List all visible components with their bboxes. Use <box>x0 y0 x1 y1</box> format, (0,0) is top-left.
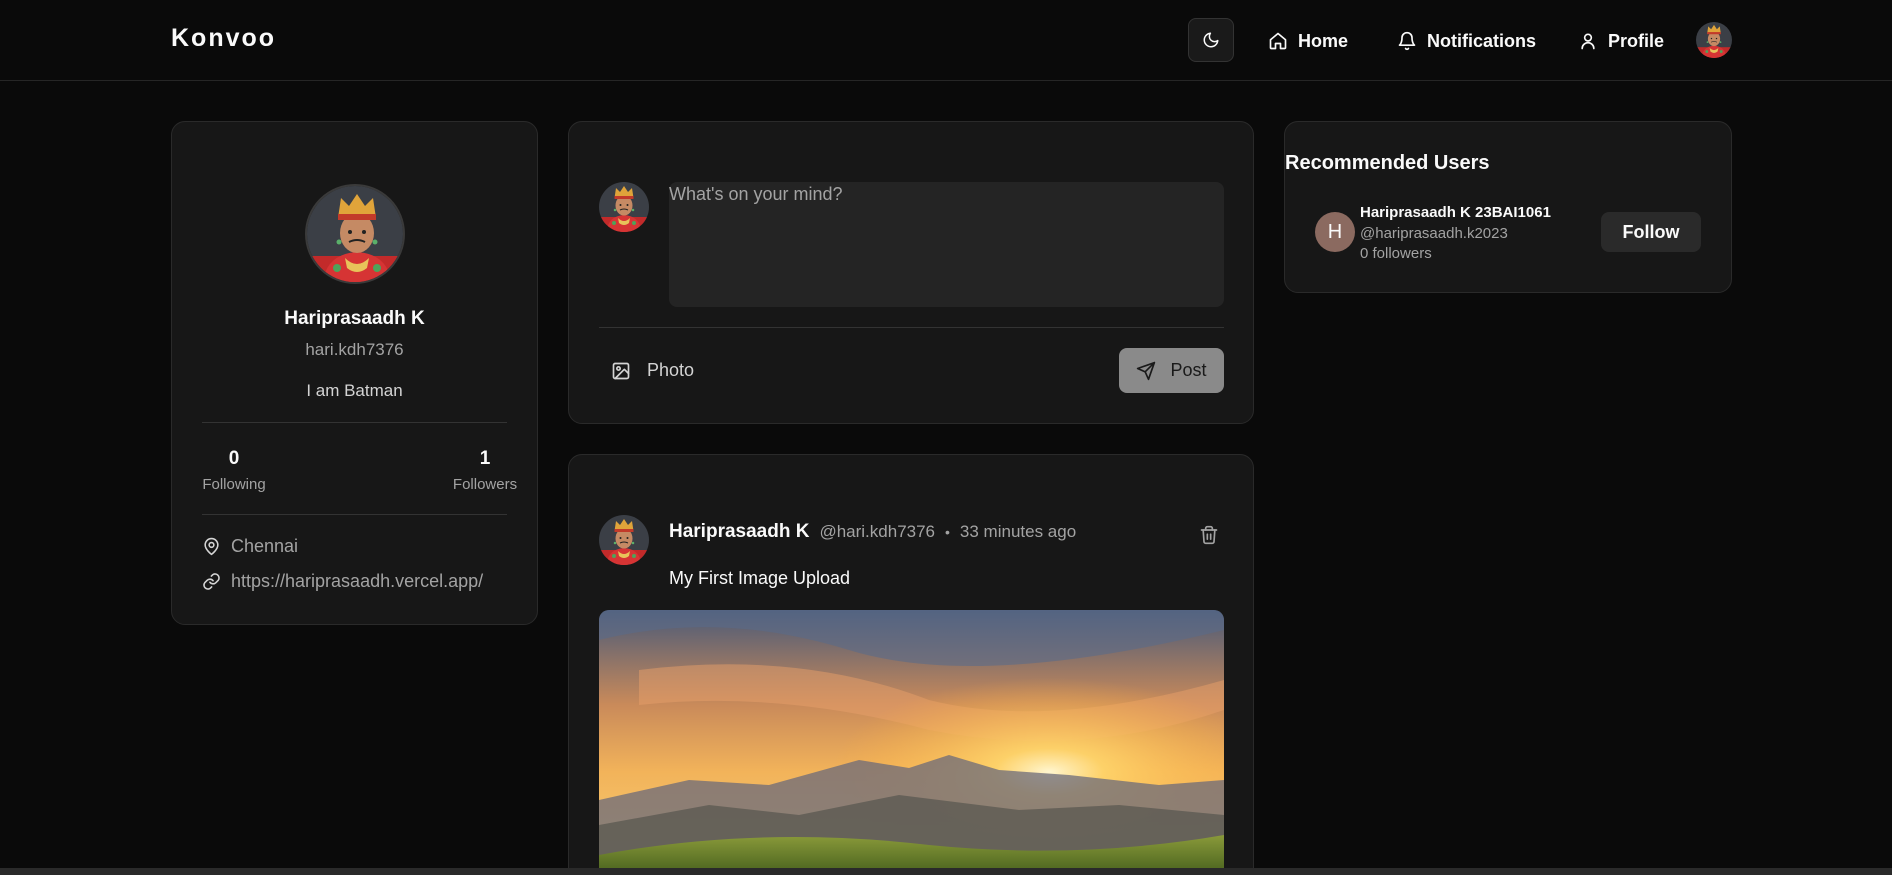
top-navigation-bar: Konvoo Home Notifications Profile <box>0 0 1892 81</box>
composer-avatar <box>599 182 649 232</box>
recommended-users-title: Recommended Users <box>1285 152 1490 174</box>
following-stat[interactable]: 0 Following <box>194 448 274 493</box>
theme-toggle-button[interactable] <box>1188 18 1234 62</box>
post-text: My First Image Upload <box>669 568 851 588</box>
profile-location: Chennai <box>202 536 298 557</box>
profile-website[interactable]: https://hariprasaadh.vercel.app/ <box>202 571 483 592</box>
profile-handle: hari.kdh7376 <box>305 340 404 359</box>
profile-name[interactable]: Hariprasaadh K <box>172 308 537 330</box>
profile-avatar[interactable] <box>305 184 405 284</box>
divider <box>202 514 507 515</box>
divider <box>599 327 1224 328</box>
add-photo-button[interactable]: Photo <box>611 360 694 381</box>
nav-notifications-link[interactable]: Notifications <box>1397 24 1536 58</box>
send-icon <box>1136 361 1156 381</box>
horizontal-scrollbar[interactable] <box>0 868 1892 875</box>
user-icon <box>1578 31 1598 51</box>
bell-icon <box>1397 31 1417 51</box>
brand-logo[interactable]: Konvoo <box>171 24 276 53</box>
post-textarea-placeholder: What's on your mind? <box>669 184 843 204</box>
image-icon <box>611 361 631 381</box>
post-author-handle: @hari.kdh7376 <box>819 522 936 541</box>
recommended-user-handle: @hariprasaadh.k2023 <box>1360 225 1508 242</box>
recommended-user-followers: 0 followers <box>1360 245 1432 262</box>
recommended-user-name[interactable]: Hariprasaadh K 23BAI1061 <box>1360 204 1551 221</box>
post-card: Hariprasaadh K @hari.kdh7376 • 33 minute… <box>568 454 1254 875</box>
post-textarea[interactable]: What's on your mind? <box>669 182 1224 307</box>
post-author-avatar[interactable] <box>599 515 649 565</box>
post-submit-button[interactable]: Post <box>1119 348 1224 393</box>
recommended-users-card: Recommended Users H Hariprasaadh K 23BAI… <box>1284 121 1732 293</box>
delete-post-button[interactable] <box>1199 525 1219 545</box>
moon-icon <box>1202 31 1220 49</box>
post-header: Hariprasaadh K @hari.kdh7376 • 33 minute… <box>669 521 1076 543</box>
post-submit-label: Post <box>1170 360 1207 380</box>
trash-icon <box>1199 525 1219 545</box>
profile-bio: I am Batman <box>306 381 403 400</box>
separator-dot: • <box>945 524 950 540</box>
recommended-user-avatar[interactable]: H <box>1315 212 1355 252</box>
nav-user-avatar[interactable] <box>1696 22 1732 58</box>
profile-card: Hariprasaadh K hari.kdh7376 I am Batman … <box>171 121 538 625</box>
followers-count: 1 <box>479 448 491 469</box>
divider <box>202 422 507 423</box>
post-author-name[interactable]: Hariprasaadh K <box>669 521 809 543</box>
profile-website-link[interactable]: https://hariprasaadh.vercel.app/ <box>231 571 483 592</box>
add-photo-label: Photo <box>647 360 695 380</box>
post-composer: What's on your mind? Photo Post <box>568 121 1254 424</box>
followers-label: Followers <box>452 476 518 493</box>
nav-profile-link[interactable]: Profile <box>1578 24 1664 58</box>
profile-location-text: Chennai <box>231 536 299 556</box>
post-timestamp: 33 minutes ago <box>959 522 1077 541</box>
post-image[interactable] <box>599 610 1224 875</box>
nav-profile-label: Profile <box>1608 30 1665 51</box>
nav-home-label: Home <box>1298 30 1349 51</box>
home-icon <box>1268 31 1288 51</box>
nav-home-link[interactable]: Home <box>1268 24 1348 58</box>
following-label: Following <box>202 476 266 493</box>
map-pin-icon <box>202 537 221 556</box>
nav-notifications-label: Notifications <box>1427 30 1537 51</box>
followers-stat[interactable]: 1 Followers <box>445 448 525 493</box>
follow-button[interactable]: Follow <box>1601 212 1701 252</box>
link-icon <box>202 572 221 591</box>
following-count: 0 <box>228 448 240 469</box>
